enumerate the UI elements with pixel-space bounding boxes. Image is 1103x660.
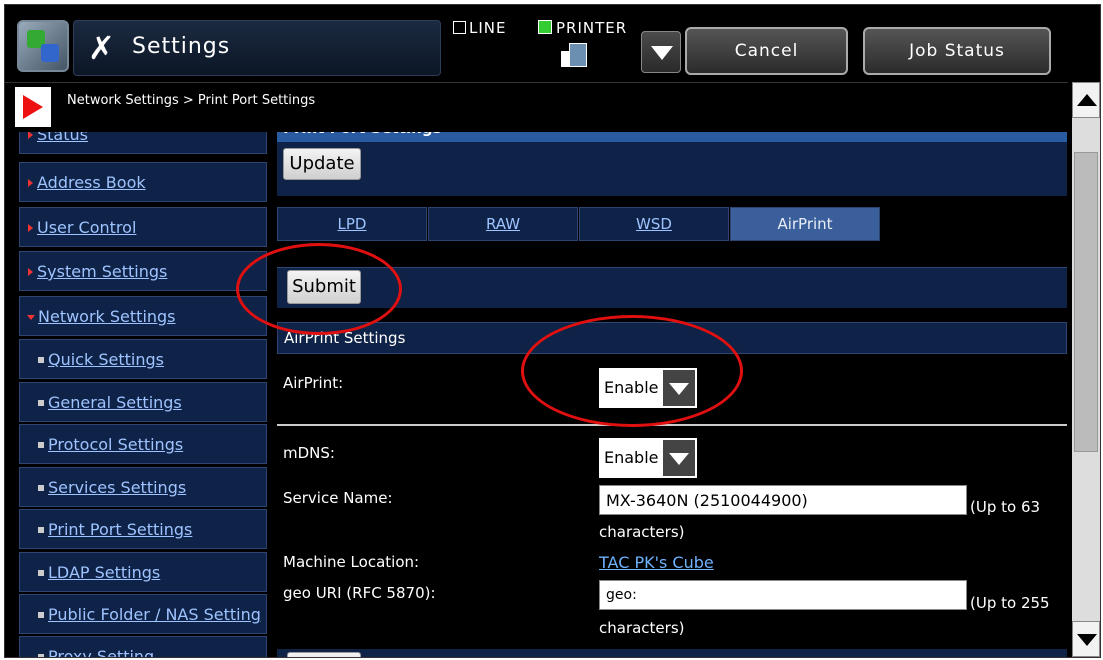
mode-dropdown-button[interactable] (641, 31, 681, 73)
app-icon-part-blue (41, 44, 59, 62)
cancel-button[interactable]: Cancel (685, 27, 848, 75)
service-name-hint-2: characters) (599, 523, 685, 541)
machine-location-label: Machine Location: (283, 553, 420, 571)
scroll-down-button[interactable] (1072, 621, 1100, 657)
sidebar-item-public-folder[interactable]: Public Folder / NAS Setting (19, 594, 267, 634)
tab-raw[interactable]: RAW (428, 207, 578, 241)
sidebar-item-label: Network Settings (38, 307, 176, 326)
machine-location-link[interactable]: TAC PK's Cube (599, 553, 714, 572)
sidebar-item-label: Quick Settings (48, 350, 164, 369)
service-name-hint: (Up to 63 (970, 498, 1041, 516)
bottom-button[interactable] (287, 652, 361, 657)
service-name-input[interactable] (599, 485, 967, 515)
divider (277, 424, 1067, 426)
mdns-label: mDNS: (283, 444, 335, 462)
title-box: ✗ Settings (73, 20, 441, 76)
scroll-up-button[interactable] (1072, 82, 1100, 118)
printer-icon-part (569, 43, 587, 67)
sidebar-item-label: Public Folder / NAS Setting (48, 605, 261, 624)
sub-bullet-icon (38, 357, 44, 363)
sidebar-item-ldap-settings[interactable]: LDAP Settings (19, 552, 267, 592)
mdns-select[interactable]: Enable (599, 438, 697, 478)
bottom-bar (277, 649, 1067, 657)
sidebar-item-label: Address Book (37, 173, 146, 192)
sidebar-item-print-port-settings[interactable]: Print Port Settings (19, 509, 267, 549)
sidebar-item-label: Protocol Settings (48, 435, 184, 454)
line-checkbox-icon (453, 21, 466, 34)
sidebar-item-status[interactable]: Status (19, 132, 267, 154)
sidebar-item-label: Status (37, 132, 88, 144)
sub-bullet-icon (38, 442, 44, 448)
sub-bullet-icon (38, 612, 44, 618)
printer-icon (561, 43, 587, 69)
sub-bullet-icon (38, 527, 44, 533)
chevron-down-icon (651, 46, 673, 60)
sidebar-item-label: Services Settings (48, 478, 187, 497)
sub-bullet-icon (38, 400, 44, 406)
printer-checkbox-icon (538, 20, 552, 34)
sidebar-item-system-settings[interactable]: System Settings (19, 251, 267, 291)
app-switch-icon[interactable] (17, 20, 69, 72)
sub-bullet-icon (38, 654, 44, 657)
sidebar-item-quick-settings[interactable]: Quick Settings (19, 339, 267, 379)
expanded-bullet-icon (27, 315, 35, 320)
bullet-icon (28, 132, 33, 139)
geo-uri-label: geo URI (RFC 5870): (283, 584, 436, 602)
service-name-label: Service Name: (283, 489, 393, 507)
sidebar-item-proxy-setting[interactable]: Proxy Setting (19, 636, 267, 657)
scrollbar[interactable] (1072, 82, 1100, 657)
mdns-select-value: Enable (599, 438, 661, 478)
sidebar-item-general-settings[interactable]: General Settings (19, 382, 267, 422)
sidebar: Status Address Book User Control System … (19, 132, 267, 657)
sidebar-item-label: General Settings (48, 393, 182, 412)
airprint-label: AirPrint: (283, 374, 344, 392)
annotation-circle-airprint (521, 315, 743, 427)
sidebar-item-network-settings[interactable]: Network Settings (19, 296, 267, 336)
play-arrow-icon (23, 95, 43, 119)
menu-toggle-button[interactable] (15, 87, 51, 127)
printer-panel-frame: ✗ Settings LINE PRINTER Cancel Job Statu… (4, 4, 1101, 658)
arrow-down-icon (1077, 634, 1097, 646)
sidebar-item-label: Print Port Settings (48, 520, 193, 539)
sub-bullet-icon (38, 485, 44, 491)
tab-lpd[interactable]: LPD (277, 207, 427, 241)
scrollbar-thumb[interactable] (1074, 152, 1098, 452)
section-title: Print Port Settings (277, 132, 1067, 142)
chevron-down-icon (669, 453, 689, 465)
mdns-dropdown-button[interactable] (661, 438, 697, 478)
update-bar (277, 142, 1067, 196)
job-status-button[interactable]: Job Status (863, 27, 1051, 75)
sidebar-item-label: LDAP Settings (48, 563, 161, 582)
sidebar-item-services-settings[interactable]: Services Settings (19, 467, 267, 507)
bullet-icon (28, 179, 33, 187)
bullet-icon (28, 268, 33, 276)
arrow-up-icon (1077, 94, 1097, 106)
sidebar-item-protocol-settings[interactable]: Protocol Settings (19, 424, 267, 464)
page-title: Settings (132, 34, 231, 59)
update-button[interactable]: Update (283, 148, 361, 180)
annotation-circle-submit (236, 243, 402, 335)
breadcrumb-bar: Network Settings > Print Port Settings (5, 82, 1068, 133)
geo-uri-hint-2: characters) (599, 619, 685, 637)
sidebar-item-label: Proxy Setting (48, 647, 155, 657)
sidebar-item-label: System Settings (37, 262, 168, 281)
tab-wsd[interactable]: WSD (579, 207, 729, 241)
sidebar-item-address-book[interactable]: Address Book (19, 162, 267, 202)
tools-icon: ✗ (88, 29, 115, 67)
breadcrumb: Network Settings > Print Port Settings (67, 93, 316, 108)
sub-bullet-icon (38, 570, 44, 576)
tab-bar: LPD RAW WSD AirPrint (277, 207, 1067, 241)
bullet-icon (28, 224, 33, 232)
top-bar: ✗ Settings LINE PRINTER Cancel Job Statu… (5, 5, 1100, 82)
mode-printer-label: PRINTER (556, 19, 628, 37)
geo-uri-input[interactable] (599, 580, 967, 610)
tab-airprint[interactable]: AirPrint (730, 207, 880, 241)
mode-line-indicator: LINE (453, 19, 506, 37)
sidebar-item-label: User Control (37, 218, 137, 237)
geo-uri-hint: (Up to 255 (970, 594, 1050, 612)
sidebar-item-user-control[interactable]: User Control (19, 207, 267, 247)
mode-line-label: LINE (469, 19, 507, 37)
mode-printer-indicator: PRINTER (538, 19, 627, 37)
